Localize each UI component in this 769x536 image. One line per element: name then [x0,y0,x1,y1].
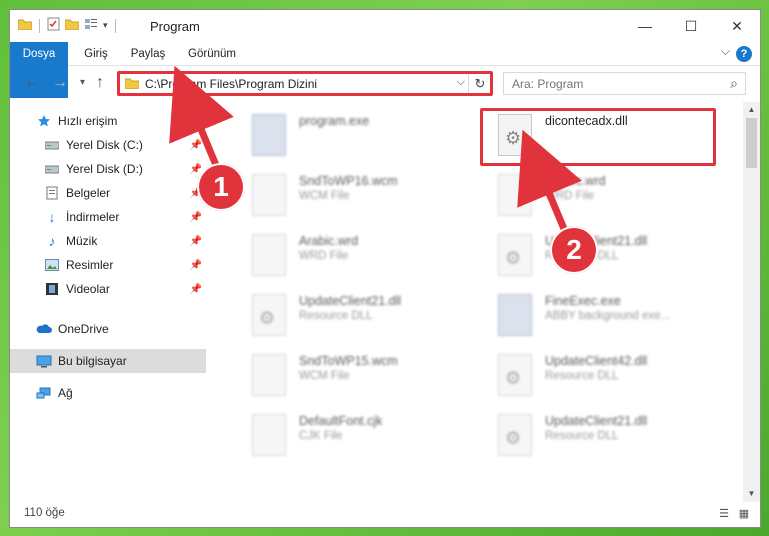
step-2-badge: 2 [550,226,598,274]
arrow-to-dll-file [517,129,582,238]
arrow-to-address-bar [169,65,234,172]
annotation-arrows [169,65,582,238]
step-1-badge: 1 [197,163,245,211]
